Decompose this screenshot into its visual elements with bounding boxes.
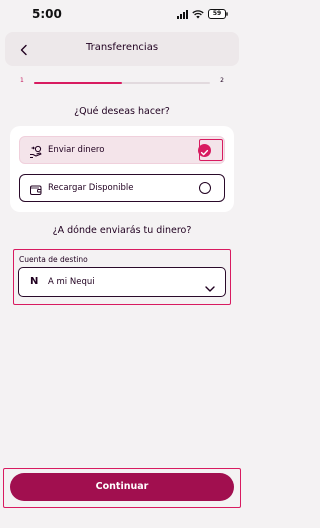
action-question: ¿Qué deseas hacer? [74,106,170,117]
progress-track [34,82,210,84]
status-icons: 59 [177,9,228,19]
radio-unchecked-icon[interactable] [199,182,211,194]
destination-select[interactable]: N A mi Nequi [18,267,226,297]
option-enviar-dinero[interactable]: Enviar dinero [19,136,225,164]
status-bar: 5:00 59 [0,0,244,30]
destination-question: ¿A dónde enviarás tu dinero? [52,225,192,236]
send-money-icon [29,144,43,158]
signal-icon [177,9,188,19]
battery-icon: 59 [208,9,228,19]
progress-fill [34,82,122,84]
wifi-icon [192,9,204,19]
header-bar: Transferencias [5,32,239,66]
destination-field-group: Cuenta de destino N A mi Nequi [13,249,231,305]
page-title: Transferencias [85,42,159,53]
battery-level: 59 [212,10,222,17]
status-time: 5:00 [32,7,62,21]
step-current-label: 1 [20,77,24,84]
option-label: Enviar dinero [48,145,105,155]
destination-selected-value: A mi Nequi [48,277,95,287]
option-recargar-disponible[interactable]: Recargar Disponible [19,174,225,202]
options-card: Enviar dinero Recargar Disponible [10,126,234,212]
check-circle-icon [198,144,211,157]
nequi-logo-icon: N [30,276,39,287]
option-label: Recargar Disponible [48,183,134,193]
step-progress: 1 2 [12,76,232,90]
chevron-down-icon[interactable] [205,278,215,292]
continue-highlight: Continuar [3,468,241,508]
continue-button[interactable]: Continuar [10,473,234,501]
wallet-icon [29,182,43,196]
destination-field-label: Cuenta de destino [19,255,88,264]
step-total-label: 2 [220,77,224,84]
